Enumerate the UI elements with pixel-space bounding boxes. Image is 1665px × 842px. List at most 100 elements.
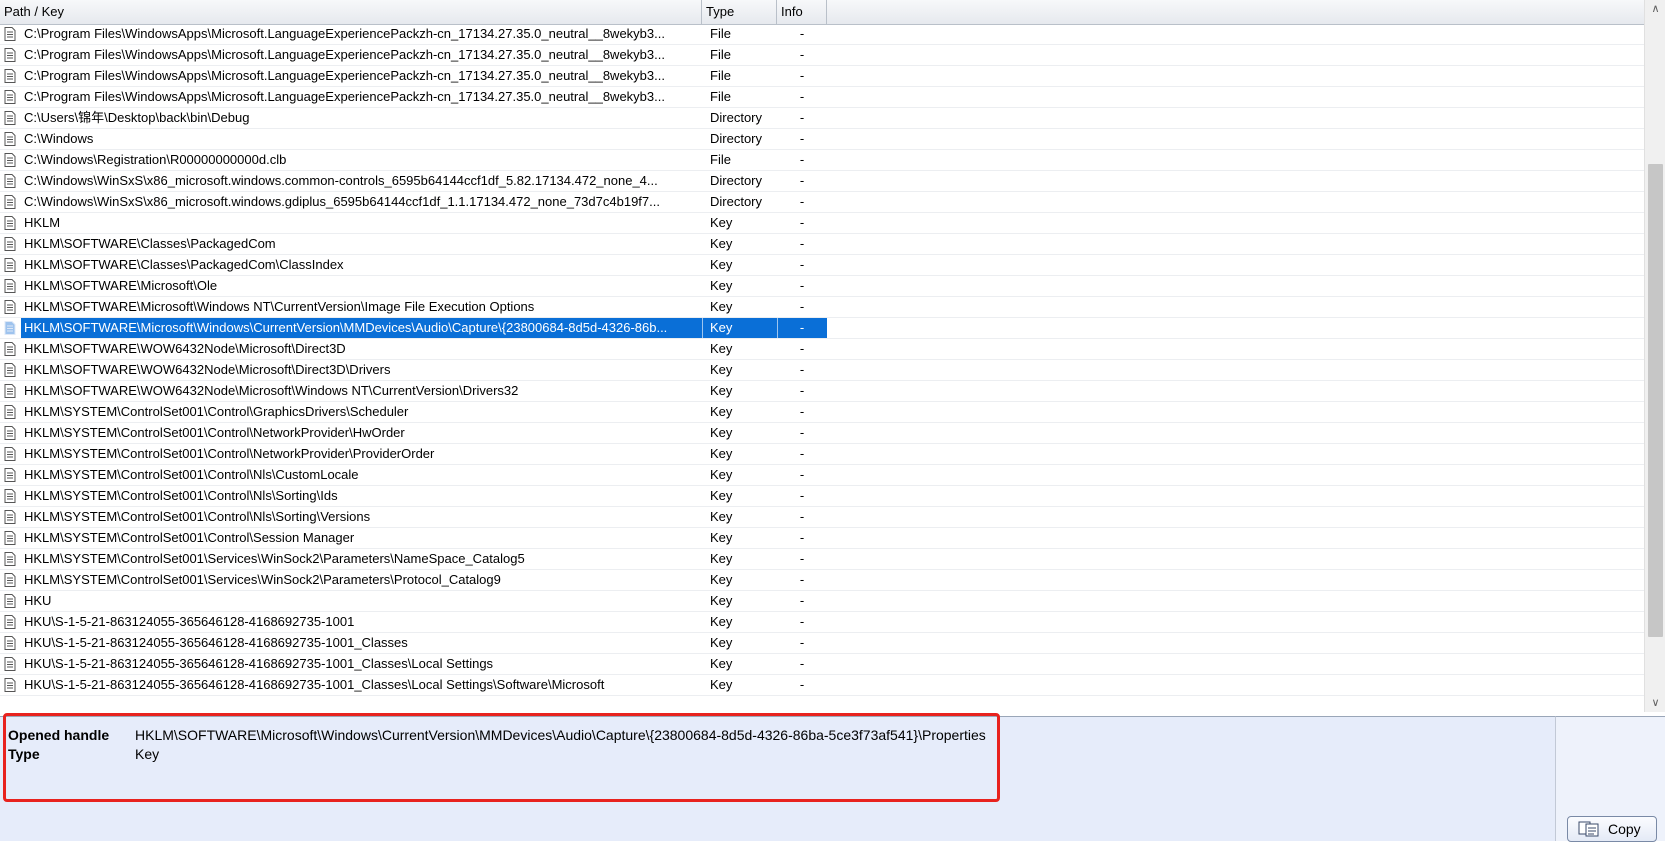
- file-icon: [4, 339, 20, 359]
- row-path: C:\Users\锦年\Desktop\back\bin\Debug: [24, 110, 250, 125]
- row-info: -: [799, 68, 805, 83]
- row-info: -: [799, 509, 805, 524]
- row-info: -: [799, 341, 805, 356]
- row-type: Key: [710, 404, 733, 419]
- table-row[interactable]: C:\Windows Directory -: [0, 129, 1644, 150]
- table-row[interactable]: HKLM\SOFTWARE\Classes\PackagedCom Key -: [0, 234, 1644, 255]
- file-icon: [4, 87, 20, 107]
- table-row[interactable]: C:\Users\锦年\Desktop\back\bin\Debug Direct…: [0, 108, 1644, 129]
- table-row[interactable]: HKLM\SOFTWARE\WOW6432Node\Microsoft\Dire…: [0, 360, 1644, 381]
- table-row[interactable]: C:\Program Files\WindowsApps\Microsoft.L…: [0, 45, 1644, 66]
- row-info: -: [799, 530, 805, 545]
- table-row[interactable]: C:\Program Files\WindowsApps\Microsoft.L…: [0, 66, 1644, 87]
- file-icon: [4, 507, 20, 527]
- table-row[interactable]: C:\Program Files\WindowsApps\Microsoft.L…: [0, 24, 1644, 45]
- row-type: File: [710, 47, 731, 62]
- copy-button-label: Copy: [1608, 821, 1641, 837]
- table-row[interactable]: HKLM\SOFTWARE\Classes\PackagedCom\ClassI…: [0, 255, 1644, 276]
- table-row[interactable]: HKU\S-1-5-21-863124055-365646128-4168692…: [0, 633, 1644, 654]
- row-info: -: [799, 551, 805, 566]
- row-path: HKLM\SYSTEM\ControlSet001\Services\WinSo…: [24, 551, 525, 566]
- row-path: HKU\S-1-5-21-863124055-365646128-4168692…: [24, 677, 605, 692]
- file-icon: [4, 360, 20, 380]
- row-type: Key: [710, 488, 733, 503]
- row-info: -: [799, 593, 805, 608]
- vertical-scrollbar[interactable]: ∧ ∨: [1644, 0, 1665, 712]
- table-row[interactable]: HKLM\SYSTEM\ControlSet001\Control\Graphi…: [0, 402, 1644, 423]
- column-header-path[interactable]: Path / Key: [0, 0, 702, 24]
- results-list[interactable]: Path / Key Type Info C:\Program Files\Wi…: [0, 0, 1665, 712]
- file-icon: [4, 486, 20, 506]
- column-header-info[interactable]: Info: [777, 0, 827, 24]
- row-info: -: [799, 152, 805, 167]
- table-row[interactable]: HKLM\SYSTEM\ControlSet001\Control\Networ…: [0, 423, 1644, 444]
- table-row[interactable]: C:\Windows\WinSxS\x86_microsoft.windows.…: [0, 192, 1644, 213]
- table-row[interactable]: HKLM\SYSTEM\ControlSet001\Control\Networ…: [0, 444, 1644, 465]
- row-path: HKLM: [24, 215, 61, 230]
- column-header-type[interactable]: Type: [702, 0, 777, 24]
- row-path: HKU: [24, 593, 52, 608]
- row-path: C:\Windows\Registration\R00000000000d.cl…: [24, 152, 287, 167]
- table-row[interactable]: C:\Program Files\WindowsApps\Microsoft.L…: [0, 87, 1644, 108]
- table-row[interactable]: HKLM\SYSTEM\ControlSet001\Control\Sessio…: [0, 528, 1644, 549]
- file-icon: [4, 297, 20, 317]
- row-type: Directory: [710, 173, 763, 188]
- table-row[interactable]: HKLM\SOFTWARE\WOW6432Node\Microsoft\Wind…: [0, 381, 1644, 402]
- table-row[interactable]: HKU\S-1-5-21-863124055-365646128-4168692…: [0, 675, 1644, 696]
- row-path: HKLM\SOFTWARE\Microsoft\Ole: [24, 278, 218, 293]
- table-row[interactable]: HKU Key -: [0, 591, 1644, 612]
- file-icon: [4, 192, 20, 212]
- row-type: Key: [710, 425, 733, 440]
- row-info: -: [799, 488, 805, 503]
- scroll-down-arrow-icon[interactable]: ∨: [1645, 694, 1665, 712]
- row-info: -: [799, 614, 805, 629]
- file-icon: [4, 255, 20, 275]
- table-row[interactable]: C:\Windows\Registration\R00000000000d.cl…: [0, 150, 1644, 171]
- row-path: HKLM\SOFTWARE\Microsoft\Windows NT\Curre…: [24, 299, 535, 314]
- table-row[interactable]: HKLM\SYSTEM\ControlSet001\Services\WinSo…: [0, 570, 1644, 591]
- row-type: Key: [710, 677, 733, 692]
- row-path: HKLM\SYSTEM\ControlSet001\Control\Nls\So…: [24, 488, 338, 503]
- table-row[interactable]: HKLM\SOFTWARE\WOW6432Node\Microsoft\Dire…: [0, 339, 1644, 360]
- row-path: HKLM\SOFTWARE\Microsoft\Windows\CurrentV…: [24, 320, 668, 335]
- row-path: HKU\S-1-5-21-863124055-365646128-4168692…: [24, 635, 408, 650]
- row-path: HKLM\SYSTEM\ControlSet001\Control\Nls\Cu…: [24, 467, 359, 482]
- row-path: C:\Program Files\WindowsApps\Microsoft.L…: [24, 47, 665, 62]
- file-icon: [4, 654, 20, 674]
- column-separator: [702, 318, 703, 338]
- table-row[interactable]: C:\Windows\WinSxS\x86_microsoft.windows.…: [0, 171, 1644, 192]
- table-row[interactable]: HKU\S-1-5-21-863124055-365646128-4168692…: [0, 654, 1644, 675]
- table-row[interactable]: HKLM\SYSTEM\ControlSet001\Control\Nls\Cu…: [0, 465, 1644, 486]
- row-info: -: [799, 677, 805, 692]
- file-icon: [4, 45, 20, 65]
- file-icon: [4, 171, 20, 191]
- file-icon: [4, 276, 20, 296]
- row-type: Key: [710, 467, 733, 482]
- row-info: -: [799, 404, 805, 419]
- table-row[interactable]: HKLM\SOFTWARE\Microsoft\Windows NT\Curre…: [0, 297, 1644, 318]
- row-info: -: [799, 110, 805, 125]
- row-path: HKLM\SYSTEM\ControlSet001\Services\WinSo…: [24, 572, 501, 587]
- scrollbar-thumb[interactable]: [1648, 164, 1663, 637]
- table-row[interactable]: HKLM\SOFTWARE\Microsoft\Ole Key -: [0, 276, 1644, 297]
- row-type: Key: [710, 635, 733, 650]
- file-icon: [4, 150, 20, 170]
- row-path: HKLM\SYSTEM\ControlSet001\Control\Sessio…: [24, 530, 355, 545]
- table-row[interactable]: HKLM\SOFTWARE\Microsoft\Windows\CurrentV…: [0, 318, 1644, 339]
- row-type: File: [710, 68, 731, 83]
- row-path: C:\Windows\WinSxS\x86_microsoft.windows.…: [24, 194, 660, 209]
- row-path: C:\Program Files\WindowsApps\Microsoft.L…: [24, 89, 665, 104]
- row-path: C:\Windows: [24, 131, 94, 146]
- table-row[interactable]: HKLM\SYSTEM\ControlSet001\Control\Nls\So…: [0, 486, 1644, 507]
- file-icon: [4, 234, 20, 254]
- row-info: -: [799, 425, 805, 440]
- row-type: Key: [710, 278, 733, 293]
- table-row[interactable]: HKLM Key -: [0, 213, 1644, 234]
- scroll-up-arrow-icon[interactable]: ∧: [1645, 0, 1665, 18]
- copy-button[interactable]: Copy: [1567, 816, 1657, 842]
- list-header: Path / Key Type Info: [0, 0, 1644, 25]
- row-info: -: [799, 467, 805, 482]
- table-row[interactable]: HKU\S-1-5-21-863124055-365646128-4168692…: [0, 612, 1644, 633]
- table-row[interactable]: HKLM\SYSTEM\ControlSet001\Services\WinSo…: [0, 549, 1644, 570]
- table-row[interactable]: HKLM\SYSTEM\ControlSet001\Control\Nls\So…: [0, 507, 1644, 528]
